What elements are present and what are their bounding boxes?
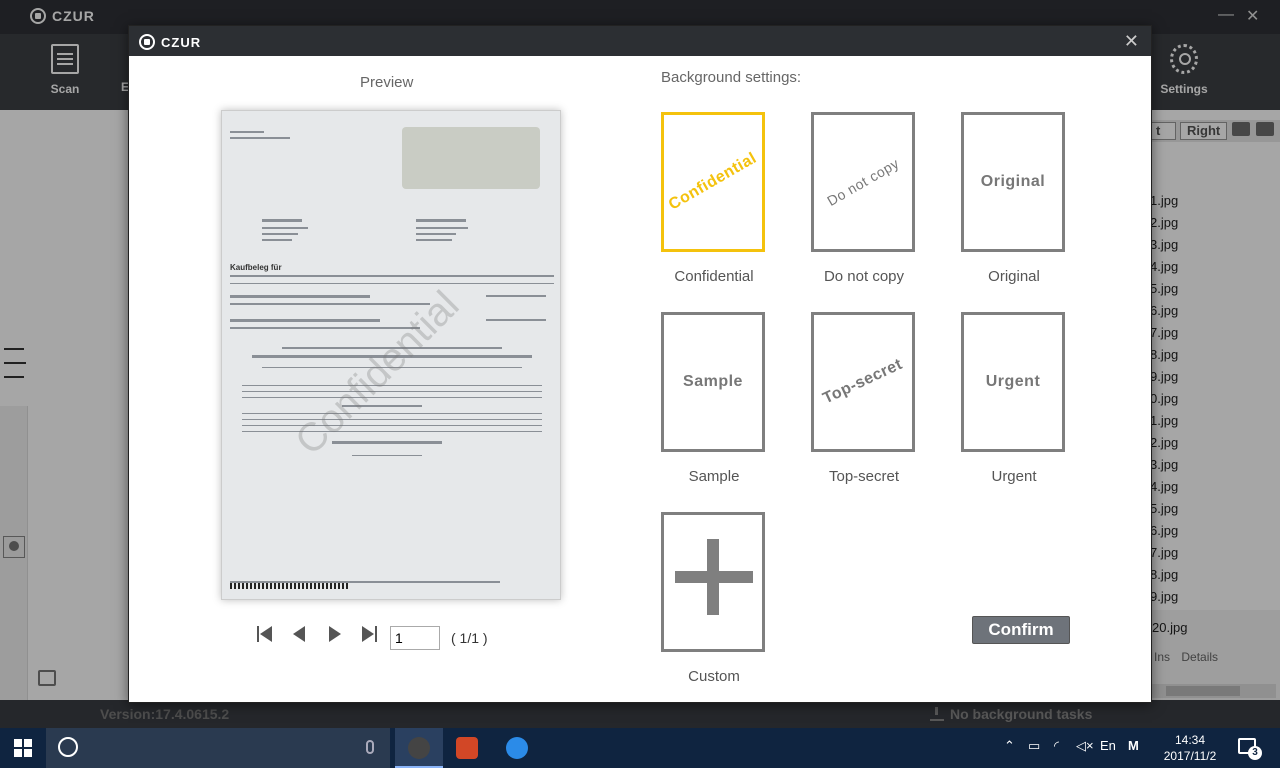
clock-date: 2017/11/2 xyxy=(1163,749,1217,763)
prev-page-icon xyxy=(293,626,305,642)
browser-icon xyxy=(506,737,528,759)
dialog-logo: CZUR xyxy=(139,34,201,50)
powerpoint-icon xyxy=(456,737,478,759)
prev-page-button[interactable] xyxy=(291,626,309,642)
preview-label: Preview xyxy=(360,74,414,91)
czur-logo-icon xyxy=(139,34,155,50)
tile-confidential-label: Confidential xyxy=(674,268,754,285)
paper-watermark: Confidential xyxy=(287,282,468,464)
taskbar-powerpoint[interactable] xyxy=(443,728,491,768)
tile-urgent-label: Urgent xyxy=(991,468,1037,485)
taskbar-browser[interactable] xyxy=(493,728,541,768)
envelope-window xyxy=(402,127,540,189)
notification-badge: 3 xyxy=(1248,746,1262,760)
tile-urgent[interactable]: Urgent xyxy=(961,312,1065,452)
last-page-button[interactable] xyxy=(361,626,379,642)
czur-app-icon xyxy=(408,737,430,759)
document-preview: Kaufbeleg für Confidential xyxy=(221,110,561,600)
last-page-icon xyxy=(362,626,374,642)
battery-icon[interactable]: ▭ xyxy=(1028,738,1040,754)
paper-heading: Kaufbeleg für xyxy=(230,263,282,272)
microphone-icon[interactable] xyxy=(366,740,374,754)
tile-top-secret-text: Top-secret xyxy=(820,355,906,408)
dialog-brand: CZUR xyxy=(161,34,202,50)
tile-do-not-copy-text: Do not copy xyxy=(824,155,902,209)
tile-top-secret[interactable]: Top-secret xyxy=(811,312,915,452)
volume-muted-icon[interactable]: ◁× xyxy=(1076,738,1094,754)
tile-confidential-text: Confidential xyxy=(665,149,760,214)
page-number-input[interactable] xyxy=(390,626,440,650)
taskbar-czur-app[interactable] xyxy=(395,728,443,768)
tile-sample-label: Sample xyxy=(688,468,740,485)
next-page-button[interactable] xyxy=(327,626,345,642)
tile-original-text: Original xyxy=(980,173,1046,190)
tile-original-label: Original xyxy=(988,268,1040,285)
language-indicator[interactable]: En xyxy=(1100,738,1116,753)
first-page-icon xyxy=(260,626,272,642)
tile-original[interactable]: Original xyxy=(961,112,1065,252)
tile-urgent-text: Urgent xyxy=(985,373,1041,390)
confirm-button[interactable]: Confirm xyxy=(972,616,1070,644)
tile-do-not-copy-label: Do not copy xyxy=(823,268,905,285)
background-settings-dialog: CZUR ✕ Preview Kaufbeleg für Confidentia… xyxy=(128,25,1152,703)
tile-confidential[interactable]: Confidential xyxy=(661,112,765,252)
windows-start-icon[interactable] xyxy=(14,739,32,757)
taskbar-search[interactable] xyxy=(46,728,390,768)
dialog-titlebar: CZUR ✕ xyxy=(129,26,1151,56)
next-page-icon xyxy=(329,626,341,642)
tile-do-not-copy[interactable]: Do not copy xyxy=(811,112,915,252)
ime-indicator[interactable]: M xyxy=(1128,738,1139,753)
clock-time: 14:34 xyxy=(1174,733,1206,747)
tile-custom-label: Custom xyxy=(688,668,740,685)
dialog-close-icon[interactable]: ✕ xyxy=(1124,31,1139,52)
tile-sample-text: Sample xyxy=(683,373,743,390)
page-count: ( 1/1 ) xyxy=(451,630,488,646)
tile-top-secret-label: Top-secret xyxy=(828,468,900,485)
tile-sample[interactable]: Sample xyxy=(661,312,765,452)
tile-custom[interactable] xyxy=(661,512,765,652)
taskbar: ⌃ ▭ ◜ ◁× En M 14:34 2017/11/2 3 xyxy=(0,728,1280,768)
cortana-icon[interactable] xyxy=(58,737,78,757)
tray-chevron-up-icon[interactable]: ⌃ xyxy=(1004,738,1015,754)
barcode xyxy=(230,583,350,589)
clock[interactable]: 14:34 2017/11/2 xyxy=(1160,732,1220,764)
first-page-button[interactable] xyxy=(257,626,275,642)
wifi-icon[interactable]: ◜ xyxy=(1054,738,1059,754)
background-settings-heading: Background settings: xyxy=(661,69,802,86)
